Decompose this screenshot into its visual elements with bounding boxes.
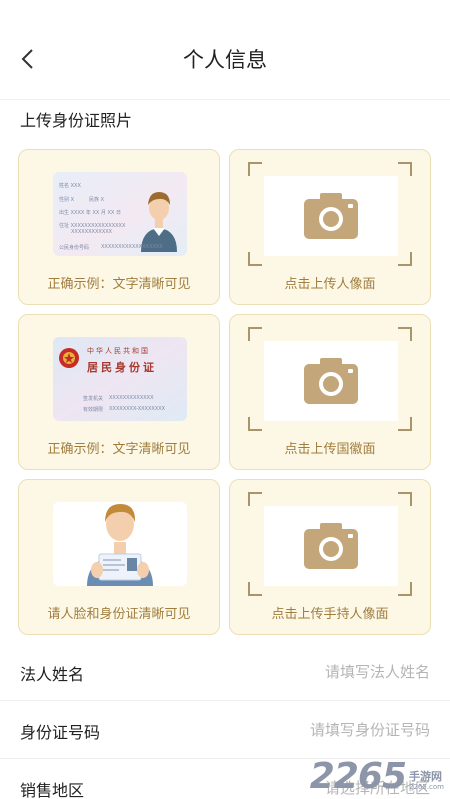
- id-field-number-label: 公民身份号码: [59, 245, 90, 251]
- site-watermark: 2265 手游网 2265.com: [310, 759, 444, 795]
- id-field-birth: 出生 XXXX 年 XX 月 XX 日: [59, 210, 121, 216]
- id-field-name: 姓名 XXX: [59, 183, 81, 189]
- watermark-text: 手游网: [409, 770, 442, 783]
- upload-portrait-card[interactable]: 点击上传人像面: [229, 149, 431, 305]
- id-back-validity-value: XXXXXXXX-XXXXXXXX: [109, 406, 166, 412]
- id-field-ethnic: 民族 X: [89, 197, 105, 203]
- section-title: 上传身份证照片: [20, 111, 133, 130]
- example-card-hold: 请人脸和身份证清晰可见: [18, 479, 220, 635]
- upload-hold-caption: 点击上传手持人像面: [271, 607, 389, 622]
- upload-emblem-area[interactable]: [264, 341, 398, 421]
- upload-hold-area[interactable]: [264, 506, 398, 586]
- id-front-example-image: 姓名 XXX 性别 X 民族 X 出生 XXXX 年 XX 月 XX 日 住址 …: [53, 172, 187, 256]
- id-number-label: 身份证号码: [20, 723, 101, 742]
- hand-held-example-image: [53, 502, 187, 586]
- watermark-number: 2265: [309, 756, 407, 797]
- id-number-row: 身份证号码: [0, 701, 450, 759]
- id-back-issuer-label: 签发机关: [83, 396, 104, 402]
- id-field-gender: 性别 X: [59, 197, 75, 203]
- camera-icon: [304, 523, 358, 569]
- example-card-back: 中华人民共和国 居民身份证 签发机关 XXXXXXXXXXXXX 有效期限 XX…: [18, 314, 220, 470]
- id-field-address-2: XXXXXXXXXXXX: [71, 229, 113, 235]
- example-front-caption: 正确示例：文字清晰可见: [47, 277, 191, 292]
- example-card-front: 姓名 XXX 性别 X 民族 X 出生 XXXX 年 XX 月 XX 日 住址 …: [18, 149, 220, 305]
- page-title: 个人信息: [183, 48, 267, 72]
- id-number-input[interactable]: [210, 715, 430, 745]
- legal-name-row: 法人姓名: [0, 643, 450, 701]
- id-back-example-image: 中华人民共和国 居民身份证 签发机关 XXXXXXXXXXXXX 有效期限 XX…: [53, 337, 187, 421]
- camera-icon: [304, 358, 358, 404]
- example-back-caption: 正确示例：文字清晰可见: [47, 442, 191, 457]
- upload-emblem-card[interactable]: 点击上传国徽面: [229, 314, 431, 470]
- camera-icon: [304, 193, 358, 239]
- upload-portrait-area[interactable]: [264, 176, 398, 256]
- id-field-number-value: XXXXXXXXXXXXXXXXXX: [101, 244, 163, 250]
- legal-name-label: 法人姓名: [20, 665, 85, 684]
- id-back-country: 中华人民共和国: [87, 347, 150, 355]
- id-back-validity-label: 有效期限: [83, 407, 104, 413]
- example-hold-caption: 请人脸和身份证清晰可见: [47, 607, 191, 622]
- app-header: 个人信息: [0, 0, 450, 100]
- id-back-issuer-value: XXXXXXXXXXXXX: [109, 395, 154, 401]
- watermark-url: 2265.com: [409, 783, 444, 791]
- legal-name-input[interactable]: [210, 657, 430, 687]
- upload-emblem-caption: 点击上传国徽面: [284, 442, 376, 457]
- upload-hold-card[interactable]: 点击上传手持人像面: [229, 479, 431, 635]
- upload-portrait-caption: 点击上传人像面: [284, 277, 376, 292]
- sales-region-label: 销售地区: [20, 781, 85, 799]
- id-back-card-name: 居民身份证: [87, 361, 157, 374]
- id-field-address: 住址 XXXXXXXXXXXXXXXX: [59, 223, 126, 229]
